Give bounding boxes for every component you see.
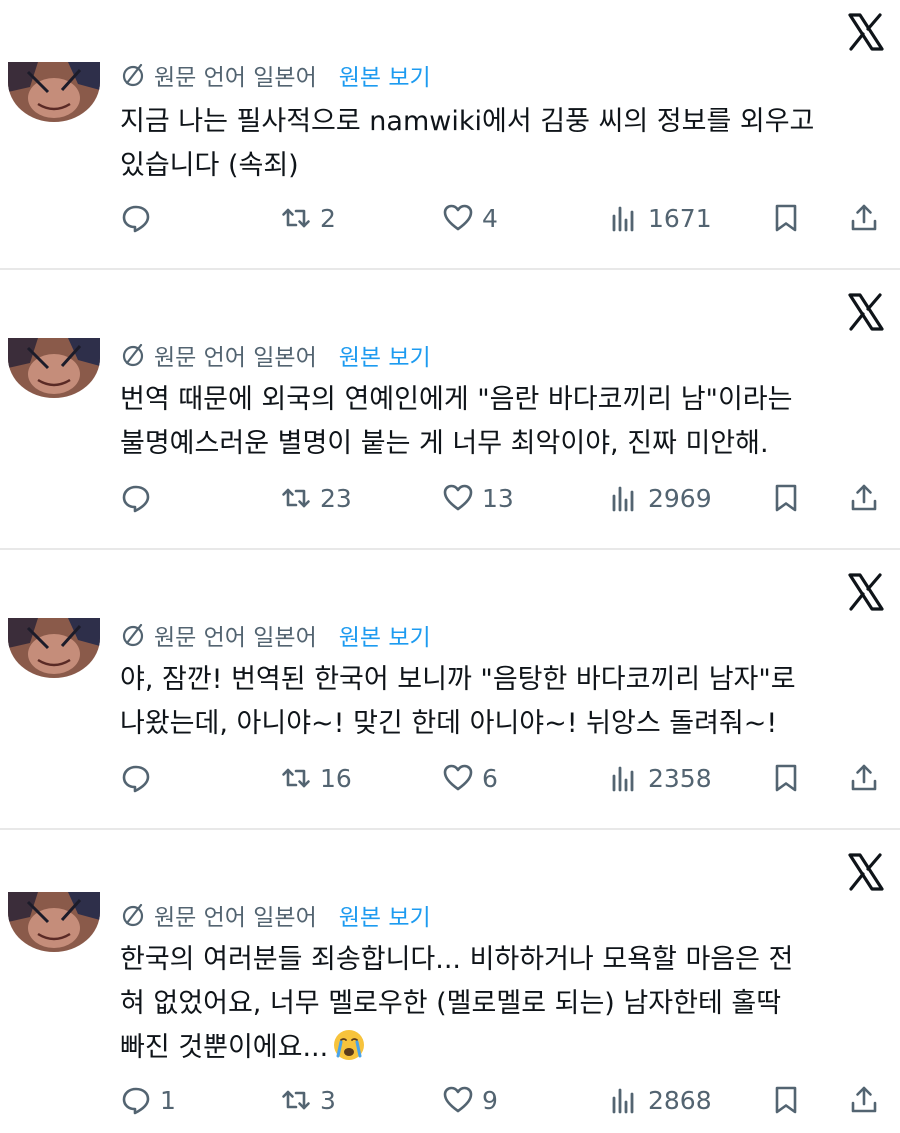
like-icon [442, 482, 474, 514]
avatar[interactable] [8, 618, 100, 678]
view-count: 1671 [648, 203, 712, 233]
like-button[interactable]: 9 [442, 1080, 498, 1120]
reply-button[interactable] [120, 758, 160, 798]
like-button[interactable]: 13 [442, 478, 514, 518]
reply-icon [120, 1084, 152, 1116]
translate-icon [120, 901, 148, 929]
like-count: 13 [482, 483, 514, 513]
retweet-count: 16 [320, 763, 352, 793]
tweet-text-body: 한국의 여러분들 죄송합니다... 비하하거나 모욕할 마음은 전 혀 없었어요… [120, 944, 794, 1063]
avatar[interactable] [8, 338, 100, 398]
tweet-card[interactable]: 원문 언어 일본어 원본 보기 지금 나는 필사적으로 namwiki에서 김풍… [0, 0, 900, 268]
views-icon [608, 482, 640, 514]
tweet-actions: 1 3 9 2868 [120, 1080, 890, 1120]
show-original-link[interactable]: 원본 보기 [339, 338, 431, 372]
retweet-icon [280, 482, 312, 514]
x-logo-icon [846, 572, 886, 612]
translate-icon [120, 61, 148, 89]
like-icon [442, 762, 474, 794]
reply-icon [120, 762, 152, 794]
like-count: 4 [482, 203, 498, 233]
retweet-button[interactable]: 3 [280, 1080, 336, 1120]
retweet-button[interactable]: 16 [280, 758, 352, 798]
avatar[interactable] [8, 62, 100, 122]
share-button[interactable] [848, 198, 880, 238]
retweet-count: 2 [320, 203, 336, 233]
retweet-icon [280, 202, 312, 234]
bookmark-button[interactable] [770, 758, 802, 798]
tweet-text: 야, 잠깐! 번역된 한국어 보니까 "음탕한 바다코끼리 남자"로 나왔는데,… [120, 664, 796, 739]
retweet-icon [280, 1084, 312, 1116]
share-icon [848, 482, 880, 514]
x-logo-icon [846, 852, 886, 892]
tweet-actions: 16 6 2358 [120, 758, 890, 798]
share-button[interactable] [848, 478, 880, 518]
source-language-label: 원문 언어 일본어 [154, 905, 317, 931]
tweet-text: 지금 나는 필사적으로 namwiki에서 김풍 씨의 정보를 외우고 있습니다… [120, 106, 815, 181]
translation-meta: 원문 언어 일본어 원본 보기 [120, 58, 431, 92]
show-original-link[interactable]: 원본 보기 [339, 898, 431, 932]
bookmark-icon [770, 762, 802, 794]
avatar[interactable] [8, 892, 100, 952]
tweet-actions: 2 4 1671 [120, 198, 890, 238]
view-count: 2868 [648, 1085, 712, 1115]
reply-button[interactable] [120, 478, 160, 518]
views-button[interactable]: 2358 [608, 758, 712, 798]
reply-icon [120, 482, 152, 514]
reply-button[interactable]: 1 [120, 1080, 176, 1120]
retweet-count: 3 [320, 1085, 336, 1115]
tweet-text: 한국의 여러분들 죄송합니다... 비하하거나 모욕할 마음은 전 혀 없었어요… [120, 938, 860, 1070]
reply-icon [120, 202, 152, 234]
bookmark-icon [770, 202, 802, 234]
tweet-card[interactable]: 원문 언어 일본어 원본 보기 번역 때문에 외국의 연예인에게 "음란 바다코… [0, 270, 900, 548]
tweet-text: 번역 때문에 외국의 연예인에게 "음란 바다코끼리 남"이라는 불명예스러운 … [120, 384, 793, 459]
reply-count: 1 [160, 1085, 176, 1115]
like-icon [442, 202, 474, 234]
views-button[interactable]: 2969 [608, 478, 712, 518]
like-count: 9 [482, 1085, 498, 1115]
views-icon [608, 202, 640, 234]
like-button[interactable]: 4 [442, 198, 498, 238]
tweet-card[interactable]: 원문 언어 일본어 원본 보기 한국의 여러분들 죄송합니다... 비하하거나 … [0, 830, 900, 1133]
source-language-label: 원문 언어 일본어 [154, 625, 317, 651]
translate-icon [120, 341, 148, 369]
share-button[interactable] [848, 758, 880, 798]
share-icon [848, 202, 880, 234]
tweet-actions: 23 13 2969 [120, 478, 890, 518]
share-icon [848, 1084, 880, 1116]
translation-meta: 원문 언어 일본어 원본 보기 [120, 618, 431, 652]
bookmark-icon [770, 1084, 802, 1116]
bookmark-button[interactable] [770, 1080, 802, 1120]
views-button[interactable]: 2868 [608, 1080, 712, 1120]
like-icon [442, 1084, 474, 1116]
bookmark-button[interactable] [770, 478, 802, 518]
bookmark-button[interactable] [770, 198, 802, 238]
show-original-link[interactable]: 원본 보기 [339, 58, 431, 92]
x-logo-icon [846, 292, 886, 332]
translate-icon [120, 621, 148, 649]
view-count: 2969 [648, 483, 712, 513]
retweet-button[interactable]: 23 [280, 478, 352, 518]
views-icon [608, 762, 640, 794]
retweet-button[interactable]: 2 [280, 198, 336, 238]
translation-meta: 원문 언어 일본어 원본 보기 [120, 898, 431, 932]
source-language-label: 원문 언어 일본어 [154, 345, 317, 371]
bookmark-icon [770, 482, 802, 514]
share-button[interactable] [848, 1080, 880, 1120]
like-count: 6 [482, 763, 498, 793]
tweet-card[interactable]: 원문 언어 일본어 원본 보기 야, 잠깐! 번역된 한국어 보니까 "음탕한 … [0, 550, 900, 828]
like-button[interactable]: 6 [442, 758, 498, 798]
x-logo-icon [846, 12, 886, 52]
translation-meta: 원문 언어 일본어 원본 보기 [120, 338, 431, 372]
source-language-label: 원문 언어 일본어 [154, 65, 317, 91]
crying-emoji [334, 1030, 365, 1060]
view-count: 2358 [648, 763, 712, 793]
views-button[interactable]: 1671 [608, 198, 712, 238]
retweet-count: 23 [320, 483, 352, 513]
reply-button[interactable] [120, 198, 160, 238]
retweet-icon [280, 762, 312, 794]
share-icon [848, 762, 880, 794]
show-original-link[interactable]: 원본 보기 [339, 618, 431, 652]
views-icon [608, 1084, 640, 1116]
